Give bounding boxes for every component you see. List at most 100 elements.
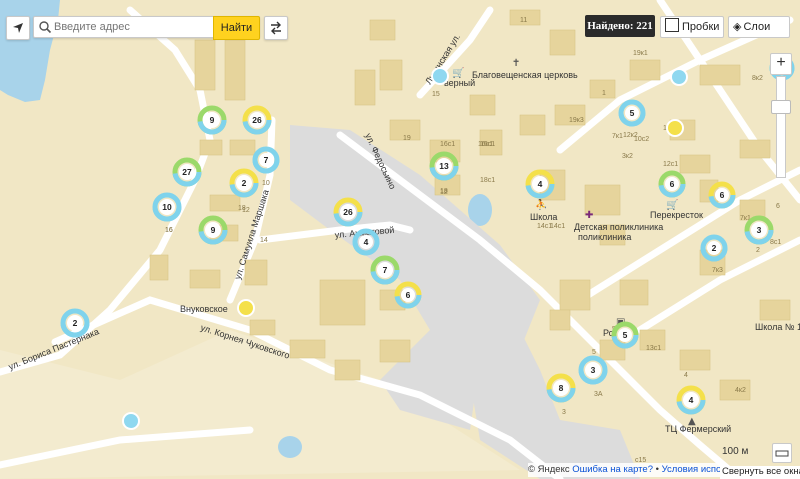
cluster-marker[interactable] — [666, 119, 684, 137]
house-number: 5 — [592, 349, 596, 356]
house-number: 19 — [403, 135, 411, 142]
collapse-windows-button[interactable]: Свернуть все окна — [720, 466, 800, 479]
house-number: 15 — [432, 91, 440, 98]
house-number: 18с1 — [480, 177, 495, 184]
map-footer: © Яндекс Ошибка на карте? • Условия испо… — [528, 463, 720, 477]
cluster-count: 27 — [182, 167, 192, 177]
house-number: 19к1 — [633, 50, 648, 57]
route-button[interactable] — [264, 16, 288, 40]
locate-arrow-icon — [13, 23, 23, 33]
search-icon — [39, 21, 52, 34]
place-label: Детская поликлиника — [574, 222, 663, 232]
house-number: 3 — [562, 409, 566, 416]
cluster-count: 2 — [73, 318, 78, 328]
cluster-count: 26 — [343, 207, 353, 217]
place-label: Внуковское — [180, 304, 228, 314]
house-number: 2 — [756, 247, 760, 254]
house-number: 13с1 — [646, 345, 661, 352]
footer-separator: • — [655, 464, 659, 475]
cluster-count: 7 — [264, 155, 269, 165]
place-label: Благовещенская церковь — [472, 70, 578, 80]
zoom-in-button[interactable]: + — [770, 53, 792, 75]
terms-link[interactable]: Условия испол — [662, 464, 720, 475]
house-number: 7к1 — [612, 133, 623, 140]
cluster-count: 4 — [538, 179, 543, 189]
cluster-count: 5 — [630, 108, 635, 118]
traffic-label: Пробки — [682, 21, 720, 33]
found-count-badge: Найдено: 221 — [585, 15, 655, 37]
house-number: 16с1 — [480, 141, 495, 148]
ruler-icon — [775, 450, 789, 457]
cluster-count: 3 — [757, 225, 762, 235]
house-number: 7к3 — [712, 267, 723, 274]
house-number: 12с1 — [663, 161, 678, 168]
map-canvas[interactable]: ул. Бориса Пастернака ул. Корнея Чуковск… — [0, 0, 800, 479]
cluster-count: 6 — [670, 179, 675, 189]
house-number: 3к2 — [622, 153, 633, 160]
house-number: 10 — [262, 180, 270, 187]
layers-label: Слои — [743, 21, 771, 33]
house-number: 4 — [684, 372, 688, 379]
cluster-count: 13 — [439, 161, 449, 171]
house-number: 16c1 — [440, 141, 455, 148]
route-icon — [271, 21, 281, 35]
house-number: 11 — [520, 17, 527, 24]
ruler-button[interactable] — [772, 443, 792, 463]
search-input[interactable] — [52, 17, 216, 37]
house-number: 1 — [602, 90, 606, 97]
layers-button[interactable]: ◈ Слои — [728, 16, 790, 38]
cluster-count: 9 — [211, 225, 216, 235]
scale-label: 100 м — [722, 446, 749, 457]
zoom-slider[interactable] — [776, 76, 786, 178]
locate-button[interactable] — [6, 16, 30, 40]
house-number: 12к2 — [623, 132, 638, 139]
error-report-link[interactable]: Ошибка на карте? — [572, 464, 653, 475]
zoom-slider-handle[interactable] — [771, 100, 791, 114]
cluster-count: 6 — [720, 190, 725, 200]
search-button[interactable]: Найти — [213, 16, 260, 40]
house-number: 12 — [242, 207, 250, 214]
pond-small — [278, 436, 302, 458]
house-number: 19к3 — [569, 117, 584, 124]
cluster-count: 8 — [559, 383, 564, 393]
cluster-count: 4 — [364, 237, 369, 247]
copyright-text: © Яндекс — [528, 464, 570, 475]
traffic-icon — [665, 18, 679, 32]
cluster-count: 5 — [623, 330, 628, 340]
cluster-marker[interactable] — [670, 68, 688, 86]
house-number: 18 — [440, 188, 448, 195]
cluster-marker[interactable] — [237, 299, 255, 317]
cluster-count: 26 — [252, 115, 262, 125]
house-number: 6 — [776, 203, 780, 210]
place-label: Школа № 1 — [755, 322, 800, 332]
cluster-count: 2 — [712, 243, 717, 253]
cluster-count: 10 — [162, 202, 172, 212]
house-number: 3А — [594, 391, 603, 398]
cluster-count: 6 — [406, 290, 411, 300]
cart-icon: 🛒 — [666, 198, 678, 211]
mall-icon: ▲ — [688, 416, 696, 427]
house-number: 8с1 — [770, 239, 781, 246]
place-label: Перекресток — [650, 210, 703, 220]
layers-icon: ◈ — [733, 21, 742, 33]
house-number: 16 — [165, 227, 173, 234]
house-number: 14с1 — [550, 223, 565, 230]
clinic-icon: ✚ — [585, 210, 593, 221]
place-label: поликлиника — [578, 232, 631, 242]
house-number: 14 — [260, 237, 268, 244]
cluster-marker[interactable] — [122, 412, 140, 430]
cluster-count: 2 — [242, 178, 247, 188]
cluster-marker[interactable] — [431, 67, 449, 85]
place-label: верный — [444, 78, 475, 88]
cluster-count: 7 — [383, 265, 388, 275]
school-icon: ⛹ — [535, 198, 547, 211]
cluster-count: 9 — [210, 115, 215, 125]
place-label: Школа — [530, 212, 557, 222]
place-label: ТЦ Фермерский — [665, 424, 731, 434]
shop-icon: 🛒 — [452, 66, 464, 79]
church-icon: ✝ — [512, 58, 520, 69]
house-number: 8к2 — [752, 75, 763, 82]
cluster-count: 3 — [591, 365, 596, 375]
cluster-count: 4 — [689, 395, 694, 405]
traffic-button[interactable]: Пробки — [660, 16, 724, 38]
